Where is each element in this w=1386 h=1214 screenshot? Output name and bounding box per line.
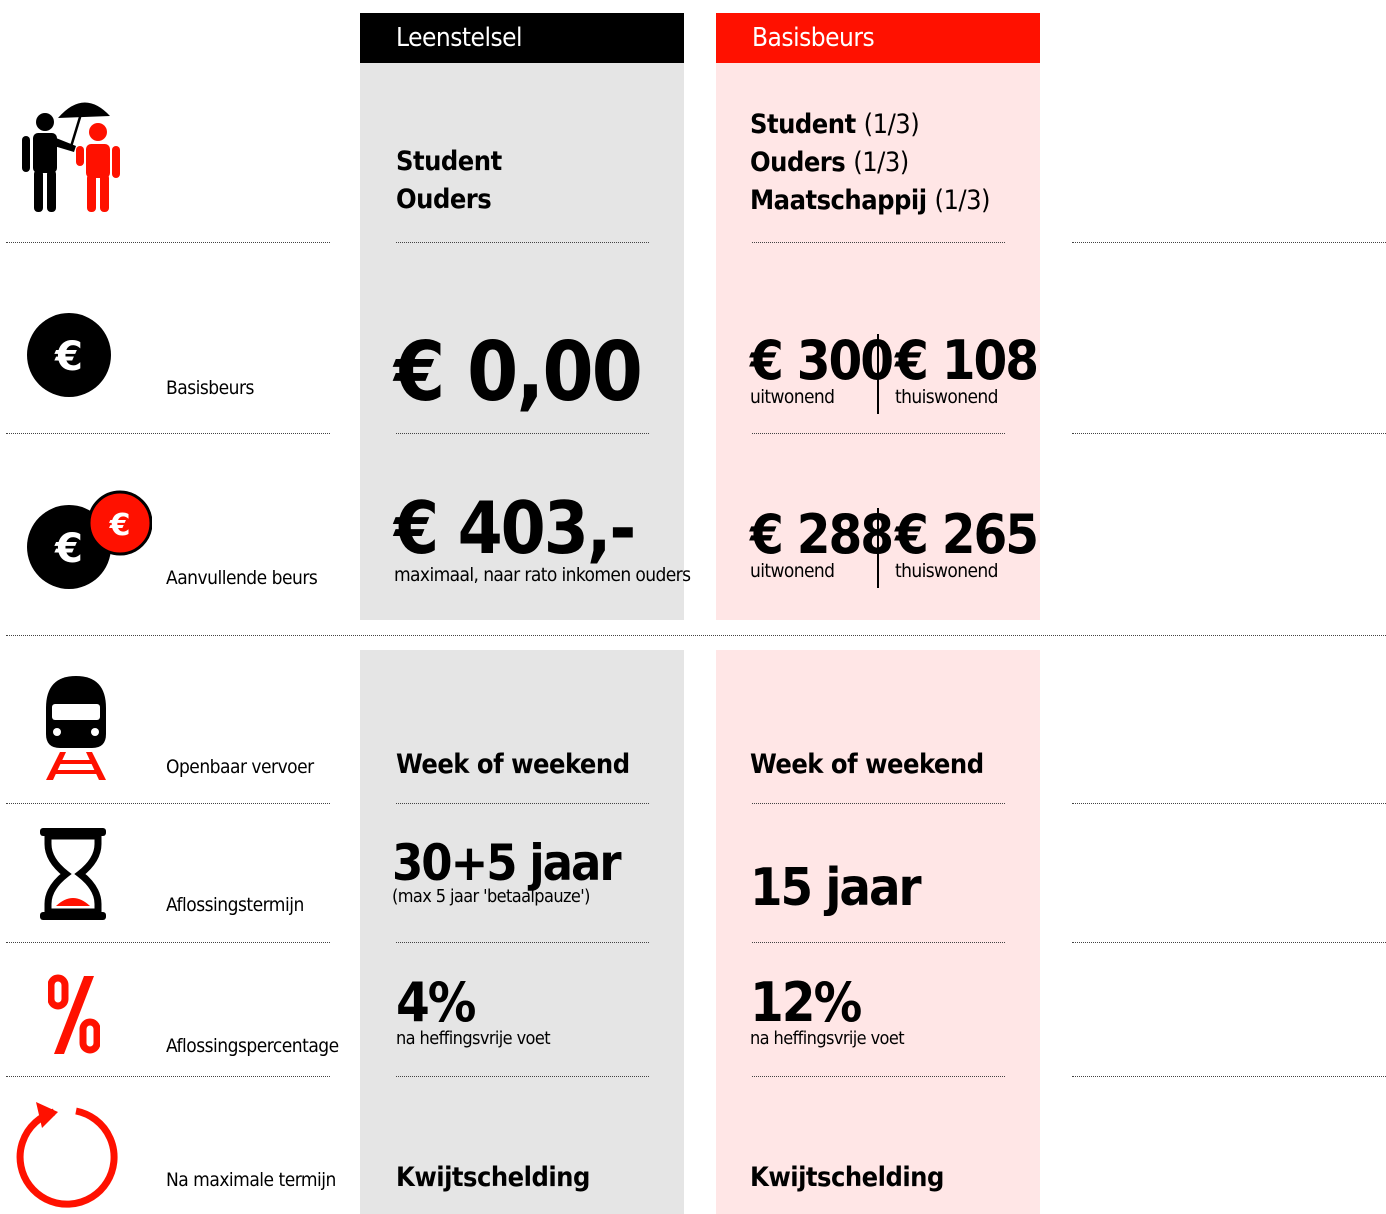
- payer-share: (1/3): [863, 109, 920, 140]
- aanvullend-thuiswonend: € 265 thuiswonend: [895, 503, 1039, 581]
- svg-text:€: €: [54, 526, 83, 572]
- na-maximale-termijn-label: Na maximale termijn: [166, 1169, 336, 1191]
- leenstelsel-termijn-sub: (max 5 jaar 'betaalpauze'): [392, 886, 590, 907]
- value-divider: [877, 334, 879, 414]
- payer-row: Maatschappij (1/3): [750, 182, 991, 220]
- refresh-circle-icon: [14, 1100, 120, 1208]
- hourglass-icon: [38, 826, 108, 922]
- leenstelsel-percentage-value: 4%: [396, 971, 476, 1034]
- aflossingspercentage-label: Aflossingspercentage: [166, 1035, 339, 1057]
- basisbeurs-thuiswonend: € 108 thuiswonend: [895, 329, 1039, 407]
- basisbeurs-label: Basisbeurs: [166, 377, 254, 399]
- basisbeurs-percentage-value: 12%: [750, 971, 862, 1034]
- basisbeurs-uitwonend: € 300 uitwonend: [750, 329, 894, 407]
- value-divider: [877, 508, 879, 588]
- payer-row: Ouders (1/3): [750, 144, 990, 182]
- aflossingstermijn-label: Aflossingstermijn: [166, 894, 304, 916]
- openbaar-vervoer-label: Openbaar vervoer: [166, 756, 314, 778]
- basisbeurs-header: Basisbeurs: [716, 13, 1040, 63]
- svg-text:€: €: [109, 508, 131, 543]
- leenstelsel-ov-value: Week of weekend: [396, 749, 630, 780]
- payer-name: Student: [750, 109, 856, 140]
- leenstelsel-aanvullend: € 403,- maximaal, naar rato inkomen oude…: [394, 486, 691, 586]
- basisbeurs-column-bottom: [716, 650, 1040, 1214]
- basisbeurs-payers: Student (1/3) Ouders (1/3) Maatschappij …: [750, 106, 991, 220]
- leenstelsel-percentage: 4% na heffingsvrije voet: [396, 971, 551, 1049]
- leenstelsel-aanvullend-sub: maximaal, naar rato inkomen ouders: [394, 564, 691, 586]
- basisbeurs-na-termijn-value: Kwijtschelding: [750, 1162, 944, 1193]
- euro-coin-icon: €: [26, 312, 112, 398]
- svg-text:€: €: [54, 334, 83, 380]
- euro-coins-icon: € €: [26, 490, 153, 590]
- payer-ouders: Ouders: [396, 184, 492, 215]
- basisbeurs-termijn-value: 15 jaar: [750, 858, 922, 918]
- leenstelsel-header: Leenstelsel: [360, 13, 684, 63]
- payer-name: Ouders: [750, 147, 846, 178]
- basisbeurs-uitwonend-value: € 300: [750, 329, 894, 392]
- leenstelsel-na-termijn-value: Kwijtschelding: [396, 1162, 590, 1193]
- leenstelsel-payers: Student Ouders: [396, 143, 502, 219]
- basisbeurs-percentage-sub: na heffingsvrije voet: [750, 1028, 905, 1049]
- payer-student: Student: [396, 146, 502, 177]
- payer-name: Maatschappij: [750, 185, 927, 216]
- train-icon: [40, 672, 112, 782]
- aanvullend-uitwonend: € 288 uitwonend: [750, 503, 894, 581]
- basisbeurs-thuiswonend-value: € 108: [895, 329, 1039, 392]
- basisbeurs-ov-value: Week of weekend: [750, 749, 984, 780]
- payer-share: (1/3): [853, 147, 909, 178]
- leenstelsel-termijn-value: 30+5 jaar: [392, 834, 622, 892]
- leenstelsel-percentage-sub: na heffingsvrije voet: [396, 1028, 551, 1049]
- basisbeurs-percentage: 12% na heffingsvrije voet: [750, 971, 905, 1049]
- leenstelsel-aanvullend-value: € 403,-: [394, 486, 636, 570]
- percent-icon: [47, 974, 101, 1056]
- leenstelsel-column-bottom: [360, 650, 684, 1214]
- payer-row: Student (1/3): [750, 106, 990, 144]
- leenstelsel-basisbeurs-value: € 0,00: [394, 325, 643, 420]
- aanvullende-beurs-label: Aanvullende beurs: [166, 567, 318, 589]
- aanvullend-uitwonend-value: € 288: [750, 503, 894, 566]
- aanvullend-thuiswonend-value: € 265: [895, 503, 1039, 566]
- payer-share: (1/3): [934, 185, 991, 216]
- leenstelsel-termijn: 30+5 jaar (max 5 jaar 'betaalpauze'): [392, 834, 622, 907]
- people-umbrella-icon: [18, 92, 122, 214]
